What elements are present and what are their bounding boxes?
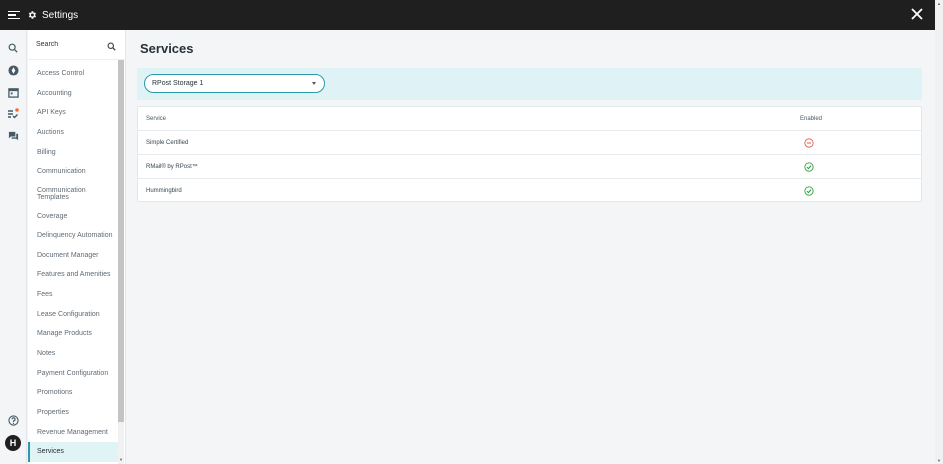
gear-icon (27, 10, 37, 20)
search-icon[interactable] (107, 42, 116, 51)
caret-down-icon (312, 82, 316, 85)
main-content: Services RPost Storage 1 Service Enabled… (127, 30, 935, 464)
scroll-down-arrow-icon[interactable]: ▼ (937, 458, 941, 463)
icon-rail: H (0, 30, 27, 464)
facility-select-value: RPost Storage 1 (152, 80, 204, 87)
search-icon[interactable] (7, 42, 19, 54)
sidebar-item-document-manager[interactable]: Document Manager (28, 247, 118, 265)
calendar-icon[interactable] (7, 86, 19, 98)
facility-filter-bar: RPost Storage 1 (137, 68, 922, 100)
disabled-status-icon[interactable] (804, 137, 814, 148)
sidebar-item-promotions[interactable]: Promotions (28, 384, 118, 402)
sidebar-item-api-keys[interactable]: API Keys (28, 104, 118, 122)
page-title-settings: Settings (42, 9, 79, 21)
sidebar-item-services[interactable]: Services (28, 442, 118, 462)
sidebar-item-communication-templates[interactable]: Communication Templates (28, 182, 118, 206)
sidebar-item-delinquency-automation[interactable]: Delinquency Automation (28, 227, 118, 245)
settings-sidebar: Access Control Accounting API Keys Aucti… (28, 30, 126, 464)
compass-icon[interactable] (7, 64, 19, 76)
search-input[interactable] (36, 41, 101, 48)
sidebar-item-properties[interactable]: Properties (28, 404, 118, 422)
table-header-row: Service Enabled (138, 107, 921, 131)
sidebar-item-revenue-management[interactable]: Revenue Management (28, 424, 118, 442)
sidebar-item-manage-products[interactable]: Manage Products (28, 325, 118, 343)
enabled-check-icon[interactable] (804, 186, 814, 196)
sidebar-scroll-thumb[interactable] (118, 60, 124, 422)
sidebar-item-access-control[interactable]: Access Control (28, 65, 118, 83)
avatar[interactable]: H (5, 435, 21, 451)
scroll-down-arrow-icon[interactable]: ▼ (119, 457, 123, 462)
hamburger-menu-icon[interactable] (8, 10, 20, 20)
app-topbar: Settings (0, 0, 935, 30)
chat-icon[interactable] (7, 130, 19, 142)
sidebar-item-coverage[interactable]: Coverage (28, 208, 118, 226)
service-name: Simple Certified (146, 139, 189, 146)
sidebar-scrollbar[interactable]: ▼ (118, 60, 124, 464)
sidebar-item-accounting[interactable]: Accounting (28, 85, 118, 103)
service-name: Hummingbird (146, 188, 182, 194)
sidebar-item-notes[interactable]: Notes (28, 345, 118, 363)
sidebar-item-auctions[interactable]: Auctions (28, 124, 118, 142)
sidebar-item-payment-configuration[interactable]: Payment Configuration (28, 365, 118, 383)
page-title: Services (140, 41, 194, 56)
scroll-up-arrow-icon[interactable]: ▲ (937, 1, 941, 6)
services-table: Service Enabled Simple Certified RMail® … (137, 106, 922, 202)
sidebar-item-lease-configuration[interactable]: Lease Configuration (28, 306, 118, 324)
table-row: RMail® by RPost™ (138, 155, 921, 179)
sidebar-item-features-and-amenities[interactable]: Features and Amenities (28, 266, 118, 284)
sidebar-item-billing[interactable]: Billing (28, 144, 118, 162)
column-header-enabled: Enabled (800, 115, 823, 122)
facility-select[interactable]: RPost Storage 1 (144, 74, 325, 93)
service-name: RMail® by RPost™ (146, 163, 198, 170)
column-header-service: Service (146, 115, 167, 122)
enabled-check-icon[interactable] (804, 161, 814, 172)
page-scrollbar[interactable]: ▲ ▼ (935, 0, 943, 464)
table-row: Simple Certified (138, 131, 921, 155)
sidebar-item-communication[interactable]: Communication (28, 163, 118, 181)
table-row: Hummingbird (138, 179, 921, 203)
sidebar-item-fees[interactable]: Fees (28, 286, 118, 304)
task-list-icon[interactable] (7, 108, 19, 120)
help-icon[interactable] (7, 414, 19, 426)
close-icon[interactable] (910, 7, 924, 21)
sidebar-search (28, 30, 125, 60)
